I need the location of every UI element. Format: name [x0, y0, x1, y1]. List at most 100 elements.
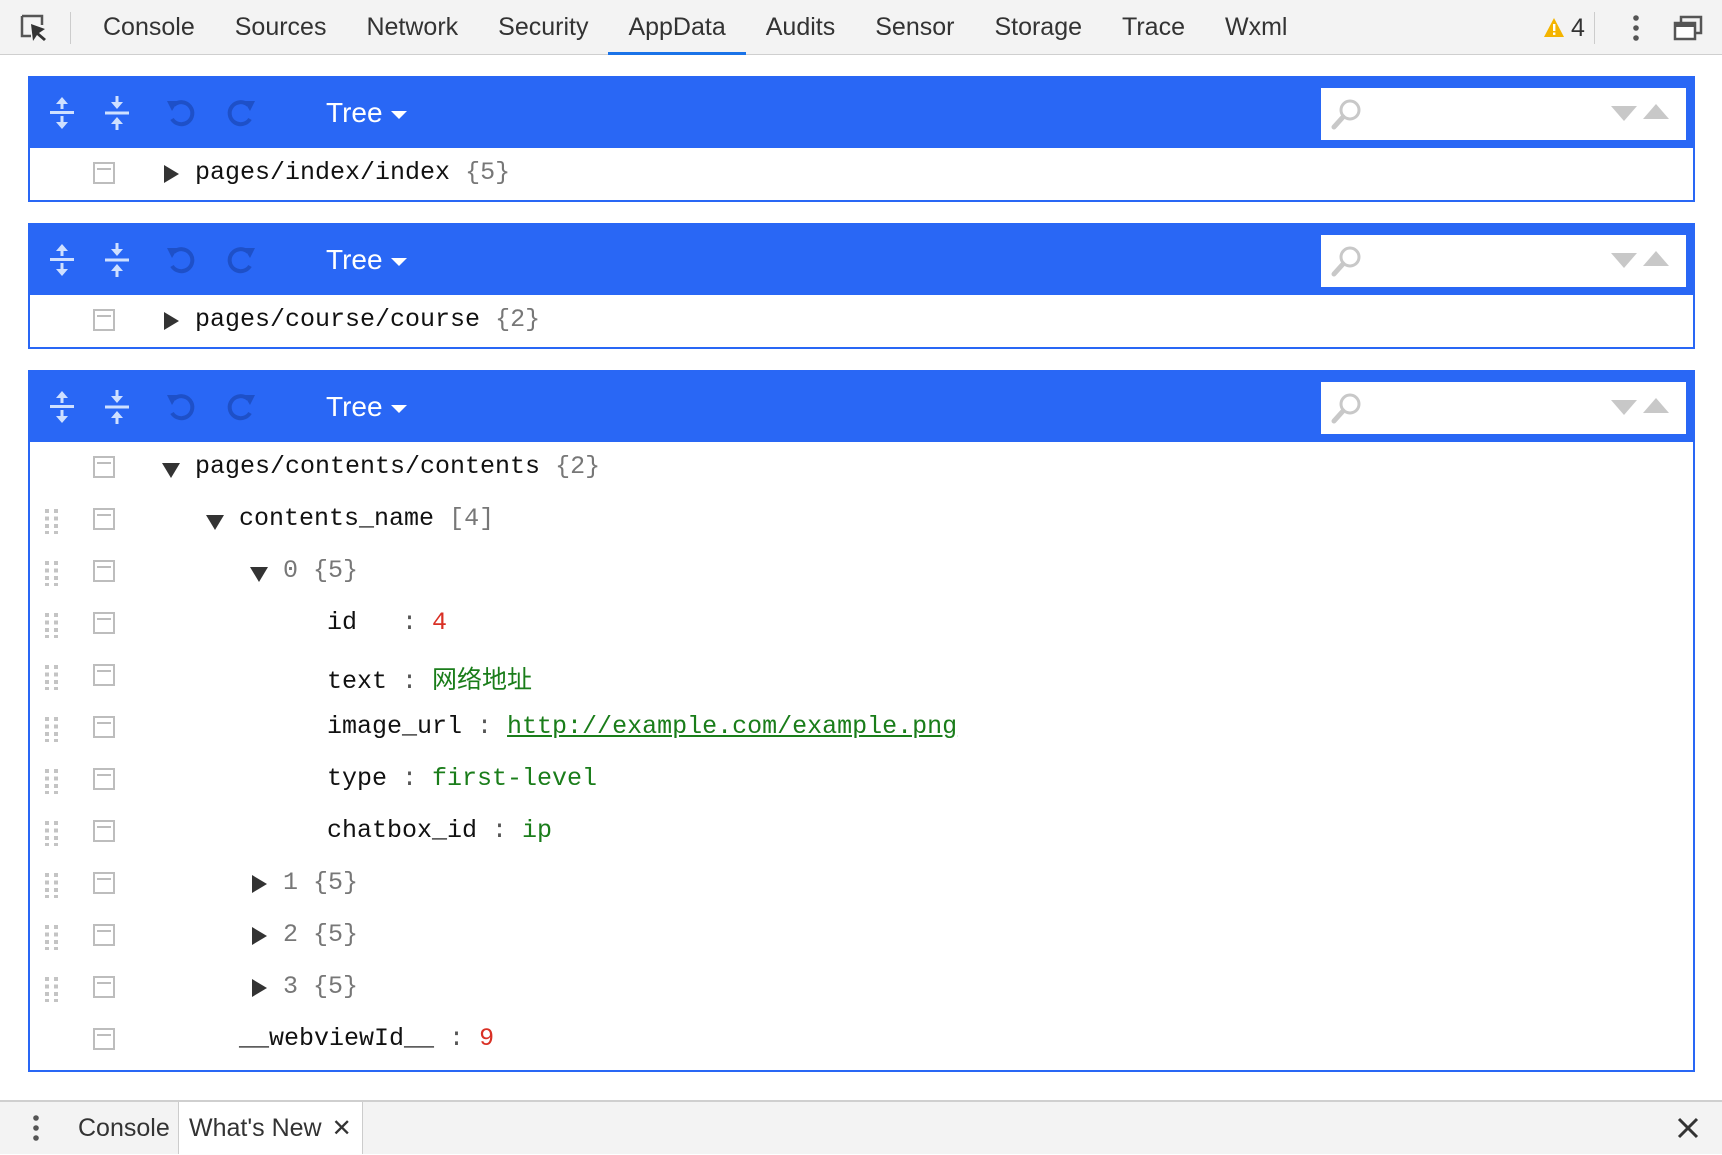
expanded-triangle-icon[interactable] — [250, 567, 268, 582]
undo-icon[interactable] — [164, 95, 200, 131]
tree-row[interactable]: type : first-level — [30, 754, 1693, 806]
drag-handle-icon[interactable] — [44, 560, 60, 586]
collapsed-triangle-icon[interactable] — [164, 312, 179, 330]
close-tab-icon[interactable]: ✕ — [332, 1103, 352, 1155]
previous-match-icon[interactable] — [1611, 106, 1637, 121]
drag-handle-icon[interactable] — [44, 612, 60, 638]
tree-row[interactable]: 0 {5} — [30, 546, 1693, 598]
row-key: chatbox_id — [327, 816, 478, 845]
tree-row[interactable]: 3 {5} — [30, 962, 1693, 1014]
close-drawer-icon[interactable] — [1672, 1112, 1704, 1144]
tree-row[interactable]: pages/index/index {5} — [30, 148, 1693, 200]
expanded-triangle-icon[interactable] — [206, 515, 224, 530]
mode-dropdown[interactable]: Tree — [326, 225, 407, 295]
tree-row[interactable]: 1 {5} — [30, 858, 1693, 910]
row-content: contents_name [4] — [239, 504, 494, 533]
tree-row[interactable]: chatbox_id : ip — [30, 806, 1693, 858]
collapse-all-icon[interactable] — [99, 389, 135, 425]
mode-dropdown[interactable]: Tree — [326, 78, 407, 148]
redo-icon[interactable] — [222, 95, 258, 131]
tab-network[interactable]: Network — [346, 0, 478, 55]
tree-row[interactable]: text : 网络地址 — [30, 650, 1693, 702]
undo-icon[interactable] — [164, 242, 200, 278]
collapsed-triangle-icon[interactable] — [252, 875, 267, 893]
row-checkbox[interactable] — [93, 976, 115, 998]
row-checkbox[interactable] — [93, 162, 115, 184]
search-input[interactable] — [1373, 243, 1597, 281]
previous-match-icon[interactable] — [1611, 253, 1637, 268]
row-count: {2} — [495, 305, 541, 334]
collapse-all-icon[interactable] — [99, 95, 135, 131]
drag-handle-icon[interactable] — [44, 976, 60, 1002]
row-content: 1 {5} — [283, 868, 358, 897]
search-input[interactable] — [1373, 96, 1597, 134]
tab-security[interactable]: Security — [478, 0, 608, 55]
expand-all-icon[interactable] — [44, 389, 80, 425]
drag-handle-icon[interactable] — [44, 508, 60, 534]
undock-icon[interactable] — [1672, 12, 1704, 44]
search-input[interactable] — [1373, 390, 1597, 428]
tree-row[interactable]: contents_name [4] — [30, 494, 1693, 546]
drag-handle-icon[interactable] — [44, 820, 60, 846]
tree-row[interactable]: __webviewId__ : 9 — [30, 1014, 1693, 1066]
tab-console[interactable]: Console — [83, 0, 215, 55]
undo-icon[interactable] — [164, 389, 200, 425]
expand-all-icon[interactable] — [44, 242, 80, 278]
drawer-menu-icon[interactable] — [22, 1112, 54, 1144]
tab-wxml[interactable]: Wxml — [1205, 0, 1307, 55]
drag-handle-icon[interactable] — [44, 664, 60, 690]
row-checkbox[interactable] — [93, 664, 115, 686]
tree-row[interactable]: image_url : http://example.com/example.p… — [30, 702, 1693, 754]
drawer-tab-console[interactable]: Console — [78, 1102, 170, 1154]
collapsed-triangle-icon[interactable] — [252, 927, 267, 945]
drag-handle-icon[interactable] — [44, 924, 60, 950]
mode-label: Tree — [326, 244, 383, 275]
next-match-icon[interactable] — [1643, 104, 1669, 119]
row-value: 网络地址 — [432, 667, 533, 696]
tree-row[interactable]: pages/course/course {2} — [30, 295, 1693, 347]
row-key: 2 — [283, 920, 299, 949]
row-checkbox[interactable] — [93, 508, 115, 530]
row-value-link[interactable]: http://example.com/example.png — [507, 712, 957, 741]
tab-sensor[interactable]: Sensor — [855, 0, 974, 55]
row-checkbox[interactable] — [93, 1028, 115, 1050]
next-match-icon[interactable] — [1643, 398, 1669, 413]
warning-count: 4 — [1571, 13, 1585, 42]
tab-trace[interactable]: Trace — [1102, 0, 1205, 55]
drawer-tab-whats-new[interactable]: What's New ✕ — [178, 1102, 363, 1154]
inspect-element-icon[interactable] — [18, 12, 50, 44]
expand-all-icon[interactable] — [44, 95, 80, 131]
previous-match-icon[interactable] — [1611, 400, 1637, 415]
more-options-icon[interactable] — [1620, 12, 1652, 44]
mode-dropdown[interactable]: Tree — [326, 372, 407, 442]
row-checkbox[interactable] — [93, 309, 115, 331]
drag-handle-icon[interactable] — [44, 872, 60, 898]
row-checkbox[interactable] — [93, 612, 115, 634]
devtools-toolbar: Console Sources Network Security AppData Audi… — [0, 0, 1722, 55]
row-checkbox[interactable] — [93, 820, 115, 842]
row-checkbox[interactable] — [93, 456, 115, 478]
collapsed-triangle-icon[interactable] — [252, 979, 267, 997]
row-checkbox[interactable] — [93, 872, 115, 894]
tab-appdata[interactable]: AppData — [608, 0, 746, 55]
tree-row[interactable]: id : 4 — [30, 598, 1693, 650]
redo-icon[interactable] — [222, 389, 258, 425]
next-match-icon[interactable] — [1643, 251, 1669, 266]
row-checkbox[interactable] — [93, 716, 115, 738]
row-checkbox[interactable] — [93, 560, 115, 582]
tab-audits[interactable]: Audits — [746, 0, 855, 55]
drag-handle-icon[interactable] — [44, 716, 60, 742]
collapsed-triangle-icon[interactable] — [164, 165, 179, 183]
redo-icon[interactable] — [222, 242, 258, 278]
drag-handle-icon[interactable] — [44, 768, 60, 794]
tree-row[interactable]: 2 {5} — [30, 910, 1693, 962]
tab-sources[interactable]: Sources — [215, 0, 347, 55]
warning-indicator[interactable]: 4 — [1543, 12, 1585, 44]
row-content: pages/course/course {2} — [195, 305, 540, 334]
row-checkbox[interactable] — [93, 768, 115, 790]
tab-storage[interactable]: Storage — [974, 0, 1102, 55]
collapse-all-icon[interactable] — [99, 242, 135, 278]
tree-row[interactable]: pages/contents/contents {2} — [30, 442, 1693, 494]
expanded-triangle-icon[interactable] — [162, 463, 180, 478]
row-checkbox[interactable] — [93, 924, 115, 946]
